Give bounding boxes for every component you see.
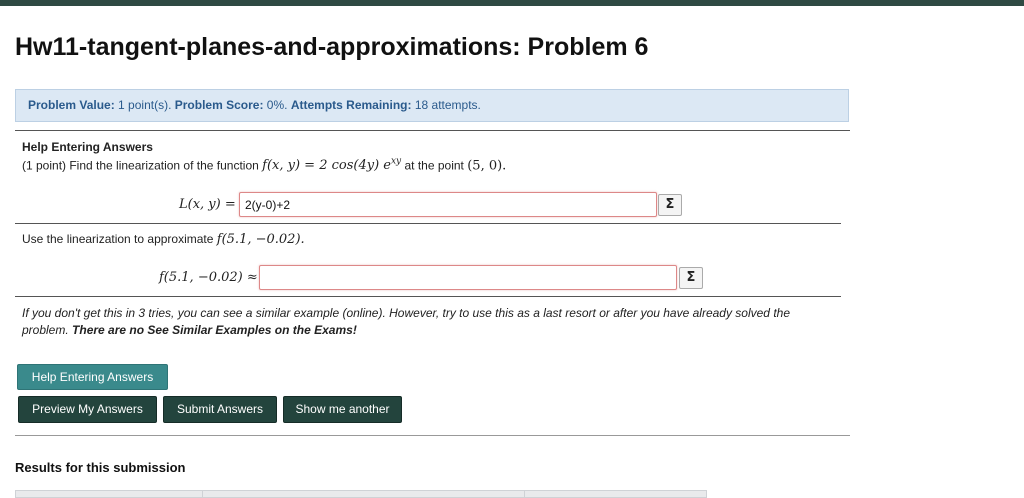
point-expression: (5, 0). bbox=[467, 158, 507, 174]
sub-question-expression: f(5.1, −0.02). bbox=[216, 232, 305, 247]
help-entering-answers-heading: Help Entering Answers bbox=[22, 140, 153, 154]
problem-value: 1 point(s). bbox=[118, 98, 172, 112]
problem-statement: (1 point) Find the linearization of the … bbox=[22, 157, 506, 173]
sub-question-text: Use the linearization to approximate bbox=[22, 232, 214, 246]
divider-answer1 bbox=[15, 223, 841, 224]
linearization-label: L(x, y) = bbox=[179, 197, 236, 212]
submit-answers-button[interactable]: Submit Answers bbox=[163, 396, 277, 423]
attempts-remaining: 18 attempts. bbox=[414, 98, 481, 112]
problem-info-box: Problem Value: 1 point(s). Problem Score… bbox=[15, 89, 849, 122]
problem-score-label: Problem Score: bbox=[174, 98, 264, 112]
problem-points-text: (1 point) Find the linearization of the … bbox=[22, 158, 259, 173]
help-entering-answers-button[interactable]: Help Entering Answers bbox=[17, 364, 168, 390]
divider-top bbox=[15, 130, 850, 131]
results-title: Results for this submission bbox=[15, 460, 186, 475]
divider-answer2 bbox=[15, 296, 841, 297]
problem-value-label: Problem Value: bbox=[28, 98, 115, 112]
preview-answers-button[interactable]: Preview My Answers bbox=[18, 396, 157, 423]
at-point-label: at the point bbox=[404, 158, 464, 173]
results-table-column-divider bbox=[524, 490, 525, 498]
show-me-another-button[interactable]: Show me another bbox=[283, 396, 402, 423]
approximation-label: f(5.1, −0.02) ≈ bbox=[159, 270, 258, 285]
attempts-label: Attempts Remaining: bbox=[290, 98, 412, 112]
sub-question: Use the linearization to approximate f(5… bbox=[22, 232, 305, 247]
results-table-column-divider bbox=[202, 490, 203, 498]
similar-example-note: If you don't get this in 3 tries, you ca… bbox=[22, 305, 832, 339]
approximation-answer-input[interactable] bbox=[259, 265, 677, 290]
note-bold-text: There are no See Similar Examples on the… bbox=[72, 323, 357, 337]
equation-editor-button-2[interactable]: Σ bbox=[679, 267, 703, 289]
problem-score: 0%. bbox=[266, 98, 288, 112]
page-title: Hw11-tangent-planes-and-approximations: … bbox=[15, 33, 649, 61]
results-table-header bbox=[15, 490, 707, 498]
equation-editor-button-1[interactable]: Σ bbox=[658, 194, 682, 216]
top-bar bbox=[0, 0, 1024, 6]
linearization-answer-input[interactable] bbox=[239, 192, 657, 217]
function-expression: f(x, y) = 2 cos(4y) exy bbox=[262, 157, 402, 174]
divider-bottom bbox=[15, 435, 850, 436]
